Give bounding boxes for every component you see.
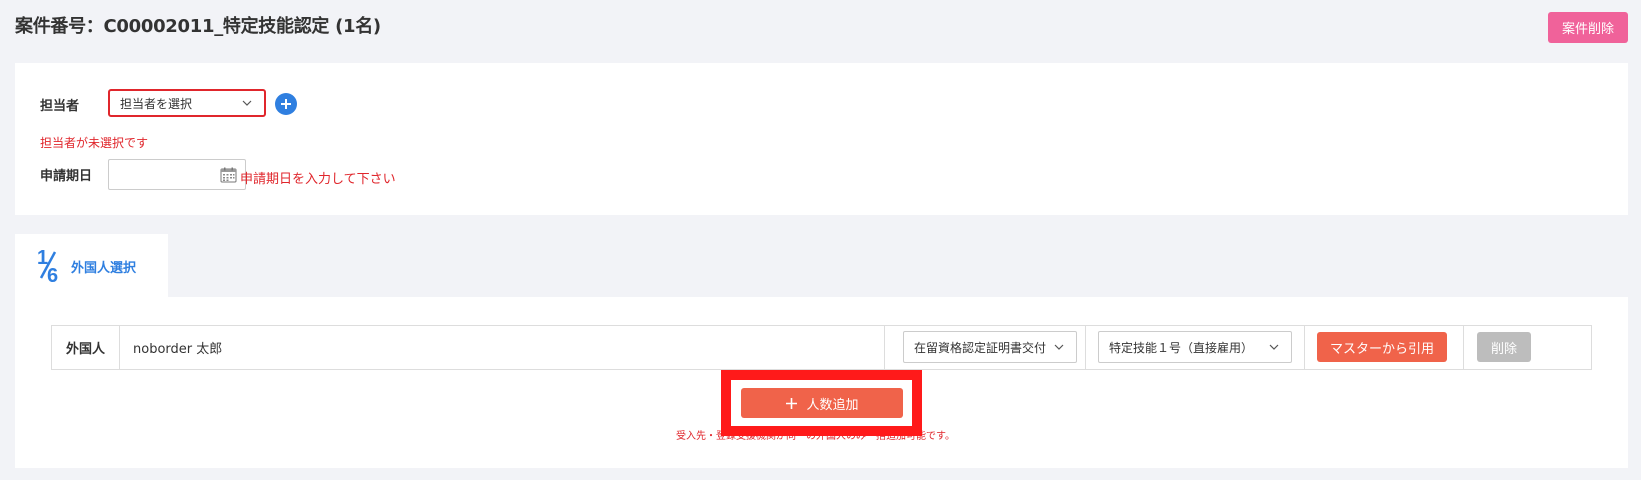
assignee-select[interactable]: 担当者を選択	[108, 89, 266, 117]
delete-row-button[interactable]: 削除	[1477, 332, 1531, 362]
case-settings-card: 担当者 担当者を選択 担当者が未選択です 申請期日 申請期日を入力して下さい	[15, 63, 1628, 215]
apply-date-error: 申請期日を入力して下さい	[240, 172, 396, 187]
calendar-icon[interactable]	[220, 167, 237, 183]
chevron-down-icon	[1054, 344, 1064, 350]
apply-date-input[interactable]	[108, 159, 246, 190]
chevron-down-icon	[1269, 344, 1279, 350]
delete-case-button[interactable]: 案件削除	[1548, 12, 1628, 43]
foreigner-row-label: 外国人	[52, 326, 120, 369]
assignee-select-value: 担当者を選択	[120, 96, 193, 111]
add-assignee-button[interactable]	[275, 93, 297, 115]
foreigner-name: noborder 太郎	[120, 326, 885, 369]
plus-icon	[786, 397, 798, 409]
apply-date-label: 申請期日	[40, 169, 93, 184]
add-count-label: 人数追加	[806, 397, 859, 413]
cite-from-master-button[interactable]: マスターから引用	[1317, 332, 1447, 362]
plus-icon	[281, 99, 291, 109]
residence-status-value: 在留資格認定証明書交付	[914, 340, 1047, 355]
page-title: 案件番号：C00002011_特定技能認定 (1名)	[15, 16, 381, 37]
master-cell: マスターから引用	[1305, 326, 1464, 369]
assignee-error: 担当者が未選択です	[40, 136, 149, 150]
visa-cell: 特定技能１号（直接雇用）	[1086, 326, 1305, 369]
status-cell: 在留資格認定証明書交付	[885, 326, 1086, 369]
visa-type-select[interactable]: 特定技能１号（直接雇用）	[1098, 331, 1292, 363]
table-row: 外国人 noborder 太郎 在留資格認定証明書交付 特定技能１号（直接雇用）…	[51, 325, 1592, 370]
residence-status-select[interactable]: 在留資格認定証明書交付	[903, 331, 1077, 363]
chevron-down-icon	[242, 100, 252, 106]
assignee-label: 担当者	[40, 99, 80, 114]
step-fraction-icon: 1 6	[37, 247, 58, 286]
delete-cell: 削除	[1464, 326, 1592, 369]
visa-type-value: 特定技能１号（直接雇用）	[1109, 340, 1254, 355]
step-denominator: 6	[47, 265, 58, 286]
tab-foreigner-selection[interactable]: 1 6 外国人選択	[15, 234, 168, 297]
tab-label: 外国人選択	[71, 261, 137, 276]
add-count-button[interactable]: 人数追加	[741, 388, 903, 418]
